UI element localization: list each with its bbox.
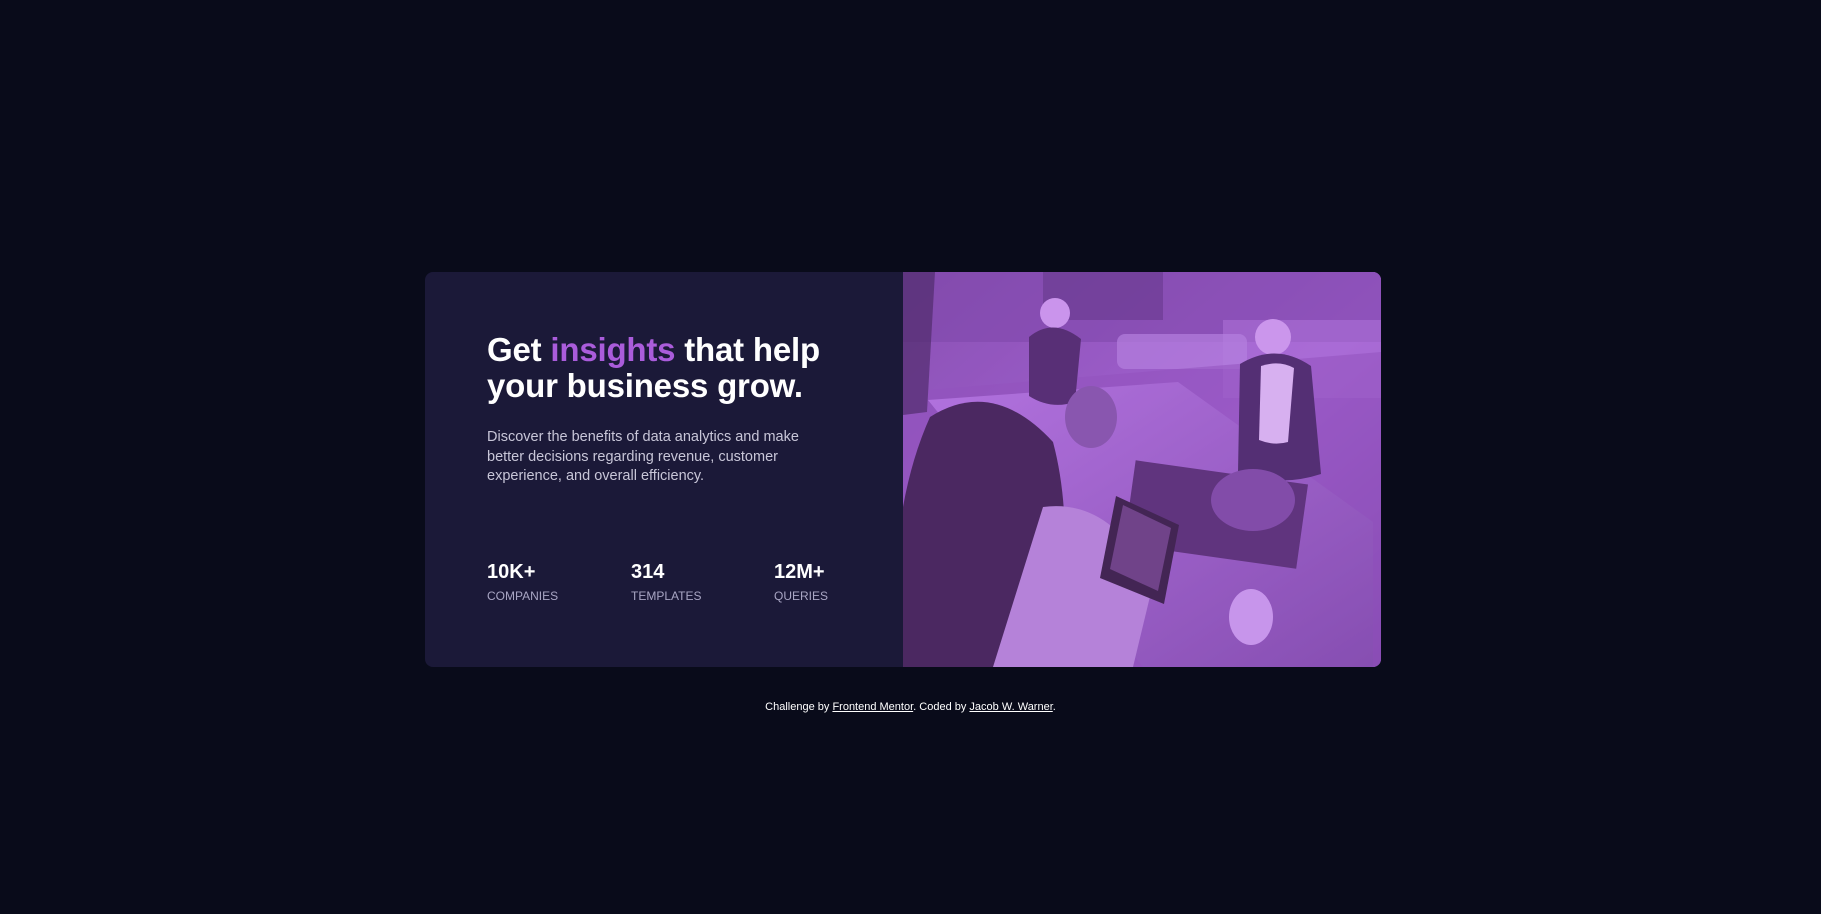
stat-value: 10K+ (487, 561, 536, 583)
frontend-mentor-link[interactable]: Frontend Mentor (832, 701, 913, 713)
stat-label: Templates (631, 589, 702, 603)
attribution-footer: Challenge by Frontend Mentor. Coded by J… (0, 699, 1821, 715)
headline-accent: insights (550, 331, 676, 368)
headline-start: Get (487, 331, 551, 368)
office-photo (903, 272, 1381, 667)
stat-queries: 12M+ Queries (774, 561, 828, 603)
stat-value: 12M+ (774, 561, 825, 583)
description: Discover the benefits of data analytics … (487, 429, 799, 484)
stats-row: 10K+ Companies 314 Templates 12M+ Querie… (487, 561, 847, 611)
stat-templates: 314 Templates (631, 561, 701, 603)
card-content: Get insights that help your business gro… (425, 272, 903, 667)
stats-preview-card: Get insights that help your business gro… (425, 272, 1381, 667)
hero-image (903, 272, 1381, 667)
stat-label: Queries (774, 589, 829, 603)
stat-label: Companies (487, 589, 559, 603)
footer-middle: . Coded by (913, 701, 970, 713)
headline: Get insights that help your business gro… (487, 332, 847, 404)
author-link[interactable]: Jacob W. Warner (969, 701, 1052, 713)
footer-suffix: . (1052, 701, 1056, 713)
footer-prefix: Challenge by (765, 701, 833, 713)
stat-companies: 10K+ Companies (487, 561, 558, 603)
stat-value: 314 (631, 561, 665, 583)
